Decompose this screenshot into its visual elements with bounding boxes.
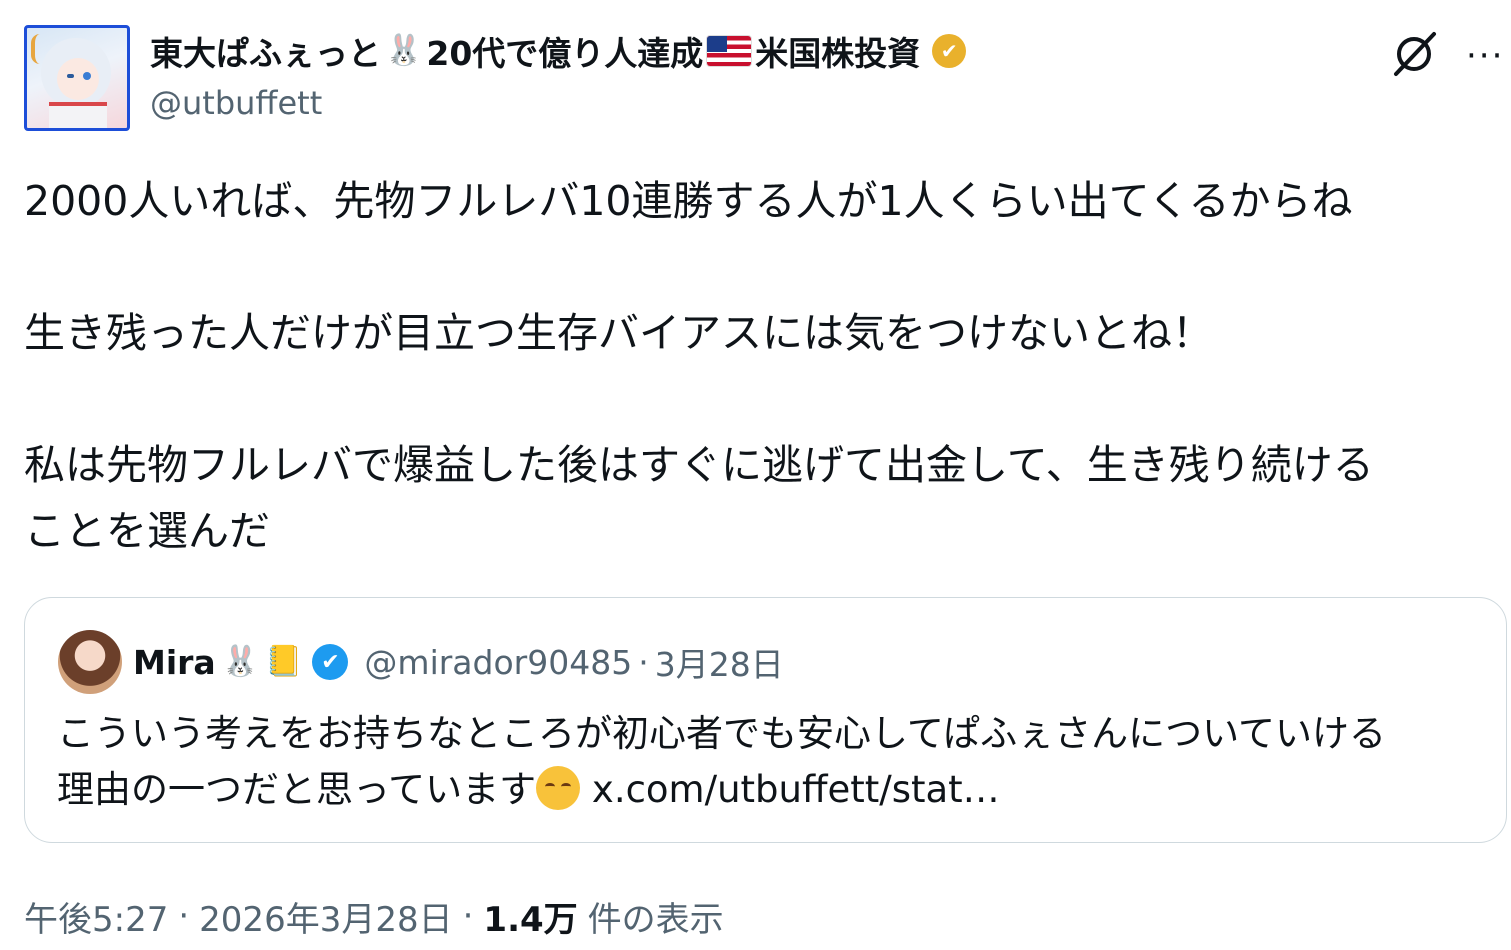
- avatar-eye-wink: [67, 74, 74, 78]
- notebook-emoji-icon: 📒: [265, 644, 303, 679]
- author-avatar[interactable]: [24, 25, 130, 131]
- tweet-footer: 午後5:27 · 2026年3月28日 · 1.4万 件の表示: [24, 888, 724, 944]
- separator-dot: ·: [178, 896, 190, 936]
- more-options-icon[interactable]: ···: [1466, 36, 1504, 76]
- tweet-line: 2000人いれば、先物フルレバ10連勝する人が1人くらい出てくるからね: [24, 177, 1353, 225]
- view-count[interactable]: 1.4万: [483, 892, 577, 941]
- smiling-blush-emoji-icon: [536, 766, 581, 810]
- tweet-line: 生き残った人だけが目立つ生存バイアスには気をつけないとね！: [24, 309, 1213, 357]
- quoted-tweet-header: Mira 🐰 📒 ✔ @mirador90485 · 3月28日: [133, 636, 784, 688]
- grok-icon[interactable]: [1388, 28, 1440, 80]
- author-name[interactable]: 東大ぱふぇっと 🐰 20代で億り人達成 米国株投資 ✔: [150, 28, 967, 74]
- avatar-face: [57, 58, 99, 100]
- quoted-text-line: 理由の一つだと思っています: [57, 768, 537, 811]
- separator-dot: ·: [462, 896, 474, 936]
- tweet-line: ことを選んだ: [24, 507, 270, 555]
- quoted-tweet-date[interactable]: 3月28日: [655, 638, 784, 686]
- quoted-author-name[interactable]: Mira: [133, 643, 216, 682]
- tweet-time[interactable]: 午後5:27: [24, 892, 168, 941]
- quoted-text-line2: 理由の一つだと思っています x.com/utbuffett/stat…: [57, 762, 1487, 818]
- avatar-eye: [83, 72, 91, 80]
- verified-blue-badge-icon[interactable]: ✔: [312, 644, 349, 680]
- quoted-author-avatar[interactable]: [58, 630, 122, 694]
- rabbit-emoji-icon: 🐰: [385, 33, 423, 68]
- author-name-tail: 米国株投資: [755, 34, 921, 73]
- tweet-date[interactable]: 2026年3月28日: [199, 892, 452, 941]
- quoted-text-line: こういう考えをお持ちなところが初心者でも安心してぱふぇさんについていける: [57, 712, 1387, 755]
- rabbit-emoji-icon: 🐰: [221, 644, 260, 679]
- tweet-line: 私は先物フルレバで爆益した後はすぐに逃げて出金して、生き残り続ける: [24, 441, 1374, 489]
- quoted-author-handle[interactable]: @mirador90485: [364, 643, 632, 682]
- quoted-tweet-link[interactable]: x.com/utbuffett/stat…: [592, 768, 1000, 811]
- avatar-dress: [49, 102, 107, 128]
- tweet-text: 2000人いれば、先物フルレバ10連勝する人が1人くらい出てくるからね 生き残っ…: [24, 168, 1504, 564]
- author-name-main: 東大ぱふぇっと: [150, 34, 381, 73]
- quoted-tweet-text: こういう考えをお持ちなところが初心者でも安心してぱふぇさんについていける 理由の…: [57, 706, 1487, 818]
- author-name-suffix: 20代で億り人達成: [426, 34, 704, 73]
- verified-gold-badge-icon[interactable]: ✔: [932, 34, 967, 68]
- author-handle[interactable]: @utbuffett: [150, 84, 322, 122]
- avatar-ribbon: [31, 34, 49, 64]
- us-flag-icon: [707, 36, 752, 66]
- quoted-tweet[interactable]: Mira 🐰 📒 ✔ @mirador90485 · 3月28日 こういう考えを…: [24, 597, 1507, 843]
- separator-dot: ·: [638, 642, 649, 682]
- view-count-label: 件の表示: [587, 899, 724, 940]
